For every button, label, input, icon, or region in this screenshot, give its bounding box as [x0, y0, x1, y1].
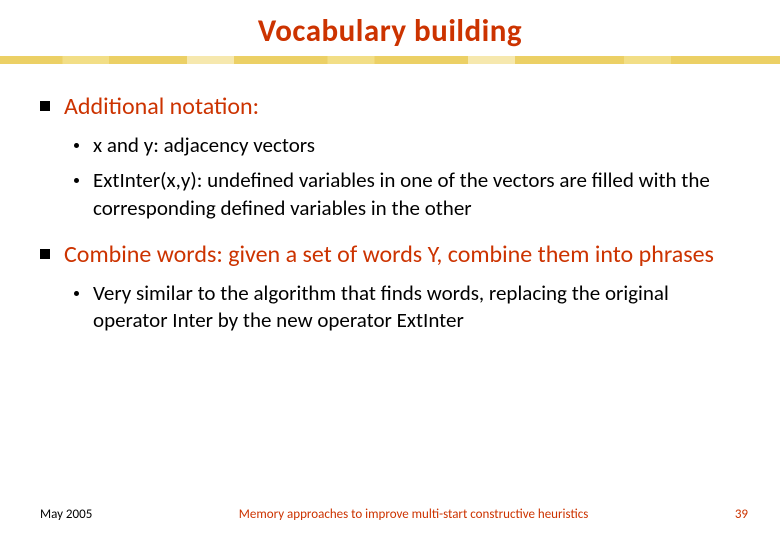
- dot-bullet-icon: [74, 143, 79, 148]
- dot-bullet-icon: [74, 178, 79, 183]
- bullet-text: x and y: adjacency vectors: [93, 132, 315, 159]
- square-bullet-icon: [40, 101, 50, 111]
- bullet-level2: x and y: adjacency vectors: [74, 132, 740, 159]
- bullet-text: Very similar to the algorithm that finds…: [93, 280, 740, 335]
- bullet-level2: Very similar to the algorithm that finds…: [74, 280, 740, 335]
- slide-content: Additional notation: x and y: adjacency …: [0, 64, 780, 334]
- footer-page-number: 39: [735, 507, 748, 522]
- bullet-heading: Combine words: given a set of words Y, c…: [64, 240, 714, 270]
- bullet-level2: ExtInter(x,y): undefined variables in on…: [74, 167, 740, 222]
- dot-bullet-icon: [74, 291, 79, 296]
- bullet-heading: Additional notation:: [64, 92, 259, 122]
- footer-date: May 2005: [40, 507, 92, 522]
- footer-title: Memory approaches to improve multi-start…: [92, 507, 735, 522]
- slide-title: Vocabulary building: [0, 0, 780, 50]
- slide-footer: May 2005 Memory approaches to improve mu…: [0, 507, 780, 522]
- bullet-level1: Combine words: given a set of words Y, c…: [40, 240, 740, 270]
- bullet-text: ExtInter(x,y): undefined variables in on…: [93, 167, 740, 222]
- square-bullet-icon: [40, 249, 50, 259]
- title-divider: [0, 56, 780, 64]
- bullet-level1: Additional notation:: [40, 92, 740, 122]
